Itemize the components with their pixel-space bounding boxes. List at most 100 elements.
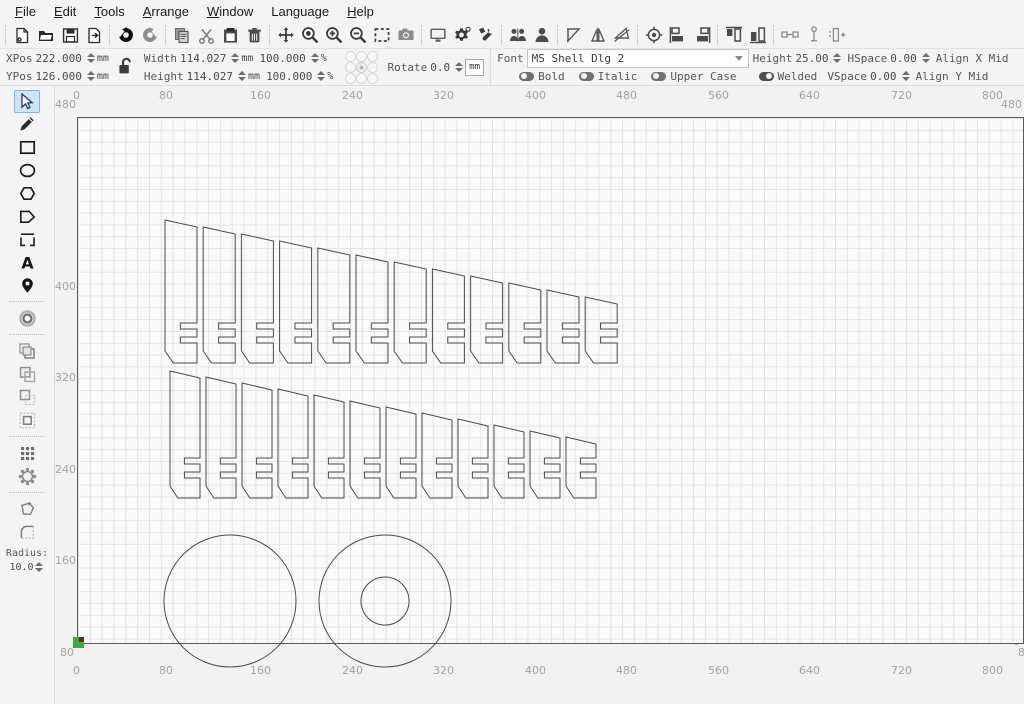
new-file-icon[interactable] [10,23,34,47]
save-icon[interactable] [58,23,82,47]
open-folder-icon[interactable] [34,23,58,47]
height-stepper[interactable] [238,69,247,83]
cut-scissors-icon[interactable] [194,23,218,47]
menu-item-edit[interactable]: Edit [45,2,85,21]
zoom-in-icon[interactable] [322,23,346,47]
blade-shape[interactable] [584,296,618,364]
hspace-stepper[interactable] [921,51,931,65]
align-x-label[interactable]: Align X Mid [932,52,1012,65]
distribute-vertical-icon[interactable] [802,23,826,47]
circular-array-tool[interactable] [14,465,40,488]
blade-shape[interactable] [421,412,453,499]
pencil-draw-tool[interactable] [14,113,40,136]
zoom-out-icon[interactable] [346,23,370,47]
ypos-stepper[interactable] [86,69,96,83]
menu-item-arrange[interactable]: Arrange [134,2,198,21]
blade-shape[interactable] [240,233,274,364]
xpos-stepper[interactable] [86,51,96,65]
xpos-row[interactable]: XPos 222.000 mm [2,49,115,67]
menu-item-file[interactable]: FFileile [6,2,45,21]
paste-icon[interactable] [218,23,242,47]
vspace-value[interactable]: 0.00 [870,70,901,83]
move-arrows-icon[interactable] [274,23,298,47]
radius-value[interactable]: 10.0 [9,562,33,573]
anchor-bottom-left[interactable] [345,72,357,84]
vector-shapes[interactable] [78,118,1024,668]
blade-shape[interactable] [205,376,237,499]
bold-toggle[interactable] [519,71,535,81]
redo-icon[interactable] [138,23,162,47]
blade-shape[interactable] [277,388,309,499]
height-row[interactable]: Height 114.027 mm 100.000 % [140,67,340,85]
export-icon[interactable] [82,23,106,47]
font-select[interactable]: MS Shell Dlg 2 [526,49,749,68]
blade-shape[interactable] [431,268,465,364]
text-height-value[interactable]: 25.00 [795,52,832,65]
blade-shape[interactable] [202,226,236,364]
text-frame-tool[interactable] [14,228,40,251]
blade-shape[interactable] [546,289,580,364]
delete-trash-icon[interactable] [242,23,266,47]
anchor-top-left[interactable] [345,50,357,62]
tools-wrench-icon[interactable] [474,23,498,47]
width-percent-value[interactable]: 100.000 [259,52,309,65]
rotate-value[interactable]: 0.0 [430,61,454,74]
width-percent-stepper[interactable] [310,51,320,65]
menu-item-help[interactable]: Help [338,2,383,21]
blade-shape[interactable] [317,247,351,364]
menu-item-tools[interactable]: Tools [85,2,133,21]
polygon-tool[interactable] [14,182,40,205]
hspace-value[interactable]: 0.00 [890,52,921,65]
offset-ring-tool[interactable] [14,307,40,330]
blade-shape[interactable] [470,275,504,364]
annulus-outer[interactable] [318,534,452,668]
bezier-curve-tool[interactable] [14,205,40,228]
blade-shape[interactable] [529,430,561,499]
undo-icon[interactable] [114,23,138,47]
align-left-icon[interactable] [666,23,690,47]
radius-field[interactable]: 10.0 [9,560,44,574]
bounding-box-tool[interactable] [14,409,40,432]
width-row[interactable]: Width 114.027 mm 100.000 % [140,49,340,67]
anchor-mid-right[interactable] [367,61,379,73]
blade-row-bottom[interactable] [169,370,597,499]
blade-shape[interactable] [241,382,273,499]
blade-shape[interactable] [355,254,389,364]
flip-horizontal-icon[interactable] [562,23,586,47]
node-edit-tool[interactable] [14,498,40,521]
text-height-stepper[interactable] [833,51,842,65]
upper-case-toggle[interactable] [651,71,667,81]
radius-stepper[interactable] [34,560,44,574]
layer-order-tool[interactable] [14,386,40,409]
fillet-corner-tool[interactable] [14,521,40,544]
blade-shape[interactable] [457,418,489,499]
anchor-mid-left[interactable] [345,61,357,73]
vspace-stepper[interactable] [901,69,911,83]
anchor-bottom-right[interactable] [367,72,379,84]
group-copy-tool[interactable] [14,340,40,363]
annulus-inner[interactable] [360,576,410,626]
settings-gear-icon[interactable] [450,23,474,47]
anchor-point-grid[interactable] [345,50,379,84]
height-value[interactable]: 114.027 [187,70,237,83]
copy-icon[interactable] [170,23,194,47]
anchor-top-center[interactable] [356,50,368,62]
blade-shape[interactable] [169,370,201,499]
align-right-icon[interactable] [690,23,714,47]
ypos-value[interactable]: 126.000 [36,70,86,83]
group-users-icon[interactable] [506,23,530,47]
distribute-horizontal-icon[interactable] [778,23,802,47]
blade-row-top[interactable] [164,219,618,364]
drawing-canvas[interactable]: 0 80 160 240 320 400 480 560 640 720 800… [55,86,1024,704]
blade-shape[interactable] [349,400,381,499]
array-grid-tool[interactable] [14,442,40,465]
monitor-preview-icon[interactable] [426,23,450,47]
rotate-shape-icon[interactable] [610,23,634,47]
blade-shape[interactable] [313,394,345,499]
align-top-icon[interactable] [722,23,746,47]
blade-shape[interactable] [565,436,597,499]
anchor-top-right[interactable] [367,50,379,62]
work-area[interactable] [77,117,1024,668]
blade-shape[interactable] [164,219,198,364]
measure-icon[interactable] [826,23,850,47]
